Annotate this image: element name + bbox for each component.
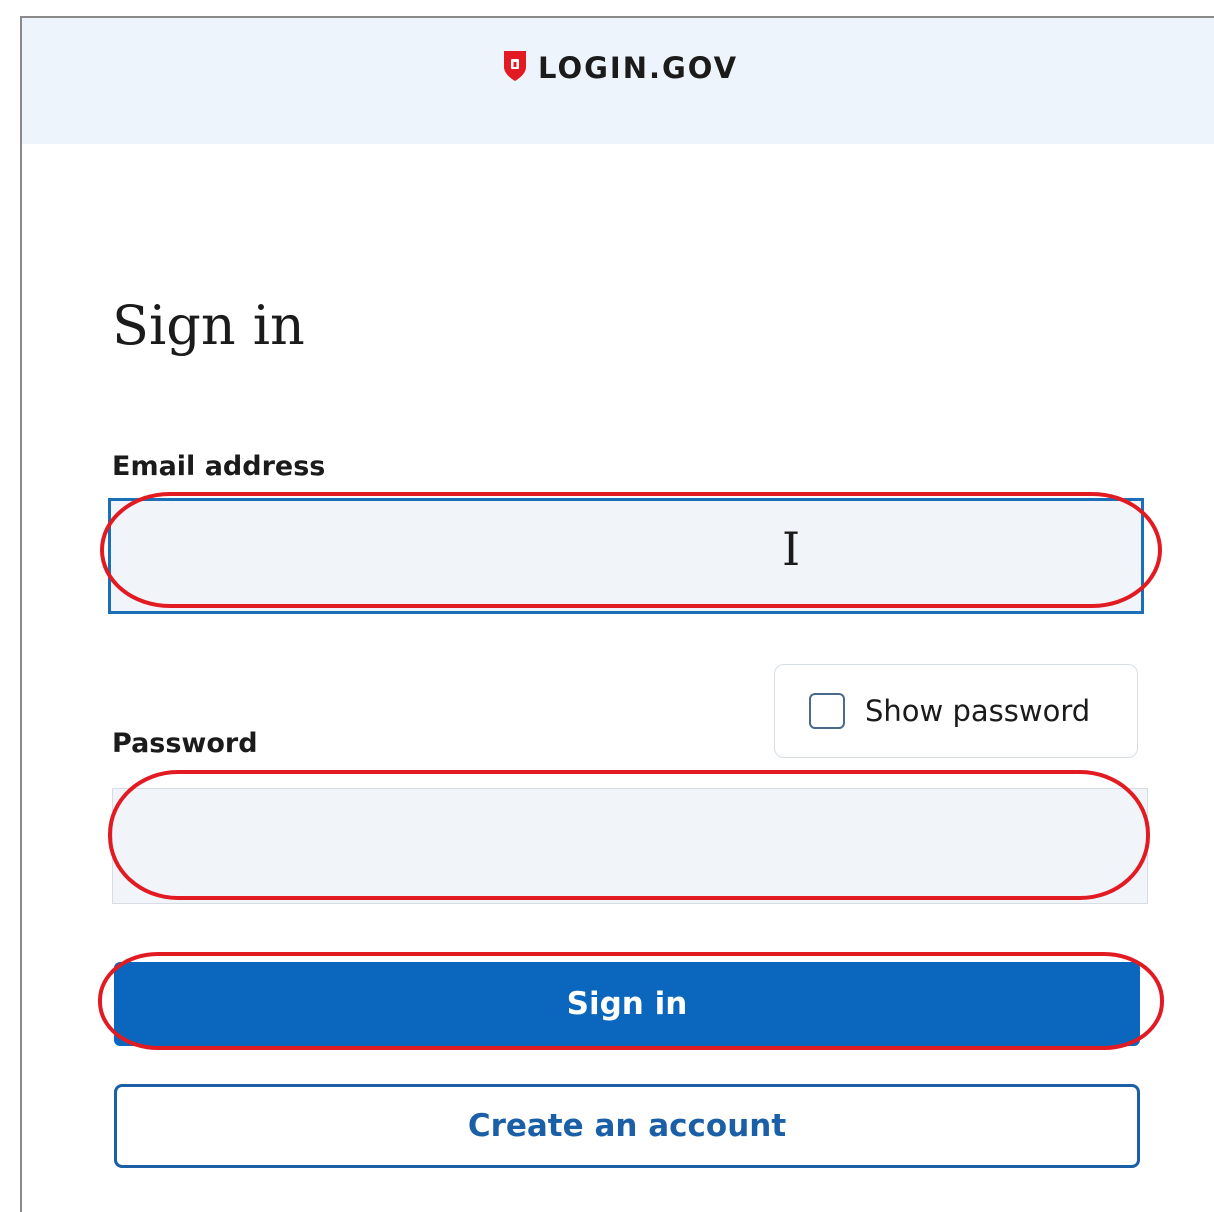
show-password-checkbox[interactable] <box>809 693 845 729</box>
email-field[interactable] <box>108 498 1144 614</box>
password-label: Password <box>112 728 258 759</box>
show-password-toggle[interactable]: Show password <box>774 664 1138 758</box>
show-password-label: Show password <box>865 694 1091 728</box>
create-account-button[interactable]: Create an account <box>114 1084 1140 1168</box>
site-header: LOGIN.GOV <box>22 18 1214 144</box>
sign-in-button[interactable]: Sign in <box>114 962 1140 1046</box>
page-title: Sign in <box>112 294 305 357</box>
email-label: Email address <box>112 451 326 482</box>
shield-lock-icon <box>502 49 528 88</box>
brand-name: LOGIN.GOV <box>538 51 739 85</box>
login-page: LOGIN.GOV Sign in Email address I Show p… <box>20 16 1214 1212</box>
brand-logo[interactable]: LOGIN.GOV <box>502 48 738 88</box>
password-field[interactable] <box>112 788 1148 904</box>
text-cursor-icon: I <box>782 522 801 576</box>
